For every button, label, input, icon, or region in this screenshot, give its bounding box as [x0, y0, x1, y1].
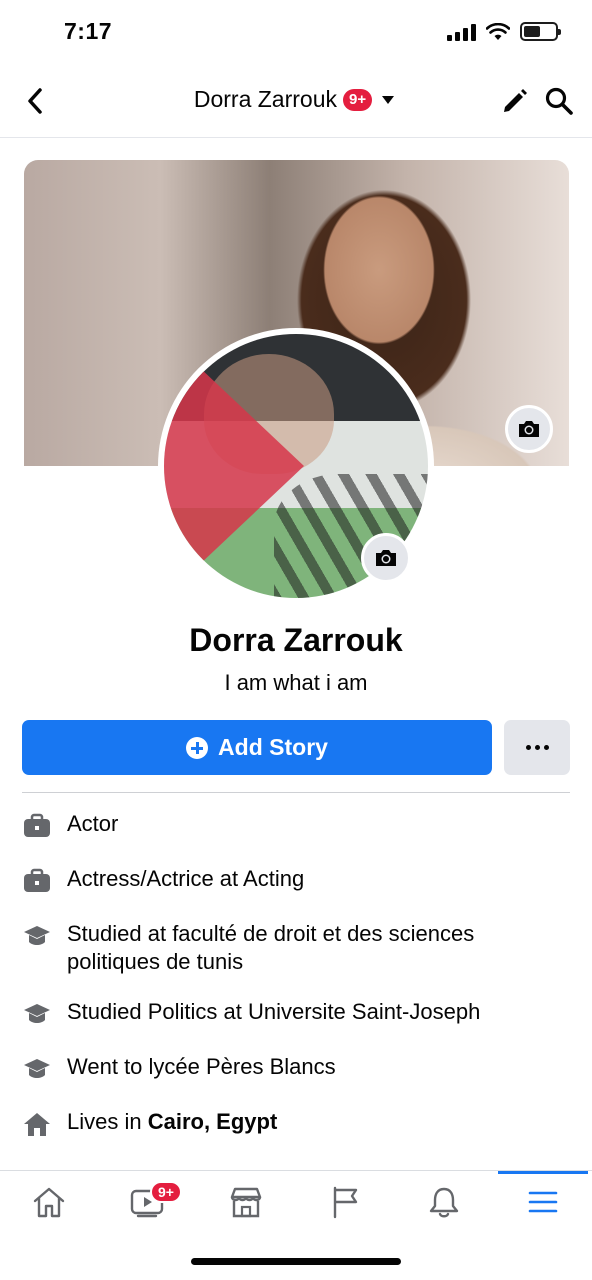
- graduation-cap-icon: [22, 921, 52, 951]
- status-icons: [447, 22, 561, 41]
- add-story-button[interactable]: Add Story: [22, 720, 492, 775]
- status-time: 7:17: [64, 18, 113, 44]
- detail-text: Actor: [67, 811, 119, 836]
- detail-text-line: politiques de tunis: [67, 949, 244, 974]
- detail-place: Cairo, Egypt: [147, 1109, 278, 1134]
- divider: [22, 792, 570, 793]
- status-bar: 7:17: [0, 0, 592, 66]
- wifi-icon: [486, 22, 510, 40]
- detail-item-work[interactable]: Actor: [22, 810, 570, 841]
- home-icon: [33, 1187, 65, 1218]
- notifications-bell-icon: [429, 1187, 459, 1218]
- pages-flag-icon: [333, 1186, 358, 1219]
- menu-icon: [528, 1191, 558, 1213]
- detail-text: Studied Politics at Universite Saint-Jos…: [67, 999, 481, 1024]
- detail-item-work[interactable]: Actress/Actrice at Acting: [22, 865, 570, 896]
- search-icon: [545, 87, 573, 115]
- detail-item-education[interactable]: Studied Politics at Universite Saint-Jos…: [22, 998, 570, 1029]
- detail-item-location[interactable]: Lives in Cairo, Egypt: [22, 1108, 570, 1139]
- graduation-cap-icon: [22, 999, 52, 1029]
- detail-text: Went to lycée Pères Blancs: [67, 1054, 336, 1079]
- detail-text-line: Studied at faculté de droit et des scien…: [67, 921, 475, 946]
- detail-item-education[interactable]: Studied at faculté de droit et des scien…: [22, 920, 570, 976]
- camera-icon: [519, 421, 539, 437]
- watch-notification-badge: 9+: [150, 1181, 182, 1203]
- tab-pages[interactable]: [296, 1171, 394, 1233]
- edit-profile-button[interactable]: [498, 84, 532, 118]
- briefcase-icon: [22, 811, 52, 841]
- profile-name: Dorra Zarrouk: [189, 622, 403, 658]
- header-title: Dorra Zarrouk: [193, 86, 338, 112]
- cellular-signal-icon: [447, 23, 476, 41]
- detail-text: Studied at faculté de droit et des scien…: [67, 920, 474, 976]
- camera-icon: [376, 550, 396, 566]
- tab-notifications[interactable]: [395, 1171, 493, 1233]
- plus-circle-icon: [186, 736, 209, 759]
- more-options-button[interactable]: [504, 720, 570, 775]
- marketplace-icon: [230, 1187, 262, 1218]
- header-notification-badge: 9+: [343, 88, 373, 111]
- house-icon: [22, 1109, 52, 1139]
- edit-cover-photo-button[interactable]: [505, 405, 553, 453]
- edit-profile-picture-button[interactable]: [361, 533, 411, 583]
- search-button[interactable]: [542, 84, 576, 118]
- detail-item-education[interactable]: Went to lycée Pères Blancs: [22, 1053, 570, 1084]
- tab-watch[interactable]: 9+: [98, 1171, 196, 1233]
- add-story-label: Add Story: [218, 734, 328, 760]
- graduation-cap-icon: [22, 1054, 52, 1084]
- tab-home[interactable]: [0, 1171, 98, 1233]
- tab-menu[interactable]: [494, 1171, 592, 1233]
- tab-marketplace[interactable]: [197, 1171, 295, 1233]
- caret-down-icon: [378, 90, 398, 110]
- detail-prefix: Lives in: [67, 1109, 148, 1134]
- briefcase-icon: [22, 866, 52, 896]
- battery-icon: [520, 22, 561, 41]
- profile-bio[interactable]: I am what i am: [0, 670, 592, 696]
- pencil-icon: [504, 89, 527, 112]
- profile-header: Dorra Zarrouk 9+: [0, 66, 592, 138]
- detail-text: Actress/Actrice at Acting: [67, 866, 305, 891]
- detail-text: Lives in Cairo, Egypt: [67, 1108, 277, 1136]
- home-indicator[interactable]: [191, 1258, 401, 1265]
